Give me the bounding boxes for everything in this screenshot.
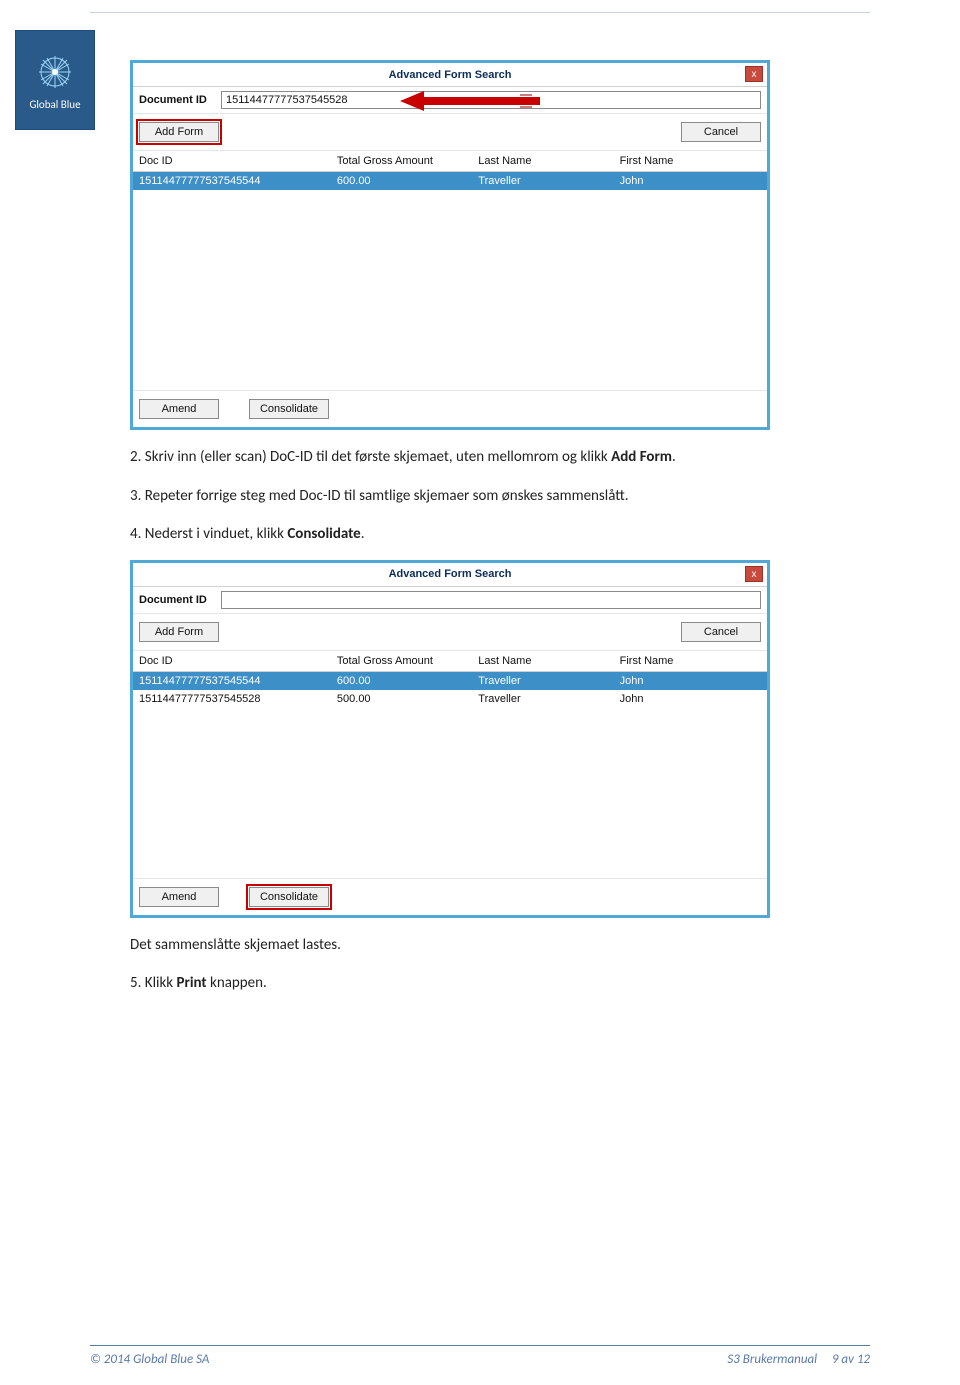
document-id-label: Document ID xyxy=(139,94,215,106)
dialog-title: Advanced Form Search xyxy=(389,568,512,580)
col-last-name: Last Name xyxy=(478,155,619,167)
table-row[interactable]: 15114477777537545528 500.00 Traveller Jo… xyxy=(133,690,767,708)
instruction-step-3: 3. Repeter forrige steg med Doc-ID til s… xyxy=(130,485,850,508)
col-doc-id: Doc ID xyxy=(139,155,337,167)
instruction-step-4: 4. Nederst i vinduet, klikk Consolidate. xyxy=(130,523,850,546)
footer-copyright: © 2014 Global Blue SA xyxy=(90,1352,209,1367)
col-total-gross: Total Gross Amount xyxy=(337,155,478,167)
star-icon xyxy=(33,50,77,94)
instruction-step-5: 5. Klikk Print knappen. xyxy=(130,972,850,995)
footer-page-number: 9 av 12 xyxy=(832,1352,870,1367)
page-content: Advanced Form Search x Document ID 15114… xyxy=(130,60,850,995)
instruction-step-2: 2. Skriv inn (eller scan) DoC-ID til det… xyxy=(130,446,850,469)
dialog-button-row: Add Form Cancel xyxy=(133,114,767,151)
brand-logo: Global Blue xyxy=(15,30,95,130)
dialog-titlebar: Advanced Form Search x xyxy=(133,63,767,87)
document-id-row: Document ID xyxy=(133,587,767,614)
col-doc-id: Doc ID xyxy=(139,655,337,667)
document-id-row: Document ID 15114477777537545528 xyxy=(133,87,767,114)
dialog-bottom-row: Amend Consolidate xyxy=(133,878,767,915)
amend-button[interactable]: Amend xyxy=(139,399,219,419)
col-first-name: First Name xyxy=(620,655,761,667)
table-row[interactable]: 15114477777537545544 600.00 Traveller Jo… xyxy=(133,172,767,190)
advanced-form-search-dialog: Advanced Form Search x Document ID 15114… xyxy=(130,60,770,430)
dialog-titlebar: Advanced Form Search x xyxy=(133,563,767,587)
document-id-input[interactable]: 15114477777537545528 xyxy=(221,91,761,109)
consolidate-button[interactable]: Consolidate xyxy=(249,887,329,907)
dialog-button-row: Add Form Cancel xyxy=(133,614,767,651)
close-button[interactable]: x xyxy=(745,66,763,82)
table-row[interactable]: 15114477777537545544 600.00 Traveller Jo… xyxy=(133,672,767,690)
footer-doc-title: S3 Brukermanual xyxy=(727,1352,817,1367)
advanced-form-search-dialog: Advanced Form Search x Document ID Add F… xyxy=(130,560,770,918)
dialog-title: Advanced Form Search xyxy=(389,69,512,81)
col-last-name: Last Name xyxy=(478,655,619,667)
results-table-body: 15114477777537545544 600.00 Traveller Jo… xyxy=(133,172,767,390)
top-rule xyxy=(90,12,870,13)
dialog-bottom-row: Amend Consolidate xyxy=(133,390,767,427)
page-footer: © 2014 Global Blue SA S3 Brukermanual 9 … xyxy=(90,1345,870,1367)
amend-button[interactable]: Amend xyxy=(139,887,219,907)
col-first-name: First Name xyxy=(620,155,761,167)
cancel-button[interactable]: Cancel xyxy=(681,122,761,142)
document-id-input[interactable] xyxy=(221,591,761,609)
brand-name: Global Blue xyxy=(29,98,80,111)
consolidate-button[interactable]: Consolidate xyxy=(249,399,329,419)
instruction-post: Det sammenslåtte skjemaet lastes. xyxy=(130,934,850,957)
results-table-header: Doc ID Total Gross Amount Last Name Firs… xyxy=(133,151,767,172)
close-button[interactable]: x xyxy=(745,566,763,582)
col-total-gross: Total Gross Amount xyxy=(337,655,478,667)
add-form-button[interactable]: Add Form xyxy=(139,122,219,142)
results-table-header: Doc ID Total Gross Amount Last Name Firs… xyxy=(133,651,767,672)
results-table-body: 15114477777537545544 600.00 Traveller Jo… xyxy=(133,672,767,878)
document-id-label: Document ID xyxy=(139,594,215,606)
add-form-button[interactable]: Add Form xyxy=(139,622,219,642)
cancel-button[interactable]: Cancel xyxy=(681,622,761,642)
